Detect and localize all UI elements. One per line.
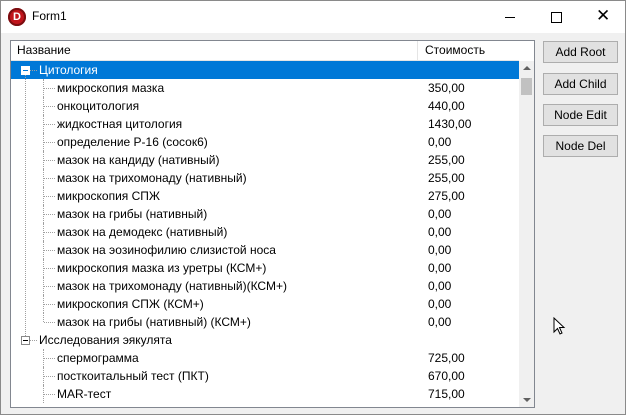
tree-group-node[interactable]: Исследования эякулята (11, 331, 519, 349)
tree-item-row[interactable]: мазок на эозинофилию слизистой носа 0,00 (11, 241, 519, 259)
close-button[interactable]: ✕ (579, 1, 625, 33)
tree-item-name: мазок на кандиду (нативный) (57, 153, 220, 167)
tree-item-row[interactable]: мазок на кандиду (нативный) 255,00 (11, 151, 519, 169)
tree-item-cost: 0,00 (428, 261, 452, 275)
tree-item-row[interactable]: микроскопия мазка 350,00 (11, 79, 519, 97)
tree-item-cost: 255,00 (428, 153, 465, 167)
tree-item-name: посткоитальный тест (ПКТ) (57, 369, 209, 383)
window-title: Form1 (32, 9, 67, 23)
tree-item-cost: 670,00 (428, 369, 465, 383)
tree-item-name: спермограмма (57, 351, 139, 365)
scroll-up-arrow-icon[interactable] (519, 61, 534, 76)
tree-item-row[interactable]: мазок на грибы (нативный) 0,00 (11, 205, 519, 223)
tree-item-name: мазок на грибы (нативный) (57, 207, 208, 221)
tree-item-name: мазок на эозинофилию слизистой носа (57, 243, 276, 257)
close-icon: ✕ (596, 6, 611, 25)
tree-item-name: определение Р-16 (сосок6) (57, 135, 208, 149)
tree-item-cost: 275,00 (428, 189, 465, 203)
tree-item-row[interactable]: MAR-тест 715,00 (11, 385, 519, 403)
node-del-button[interactable]: Node Del (543, 135, 618, 157)
tree-group-label: Цитология (39, 63, 98, 77)
column-header-cost[interactable]: Стоимость (418, 41, 519, 60)
tree-item-cost: 0,00 (428, 225, 452, 239)
tree-item-row[interactable]: посткоитальный тест (ПКТ) 670,00 (11, 367, 519, 385)
tree-item-row[interactable]: спермограмма 725,00 (11, 349, 519, 367)
tree-item-name: мазок на демодекс (нативный) (57, 225, 228, 239)
maximize-icon (551, 12, 562, 23)
add-child-button[interactable]: Add Child (543, 73, 618, 95)
minimize-icon (505, 17, 515, 18)
tree-item-name: MAR-тест (57, 387, 112, 401)
column-header-name[interactable]: Название (11, 41, 418, 60)
tree-item-row[interactable]: определение Р-16 (сосок6) 0,00 (11, 133, 519, 151)
tree-connector-line (25, 75, 26, 336)
vertical-scrollbar[interactable] (519, 61, 534, 407)
tree-group-node[interactable]: Цитология (11, 61, 519, 79)
tree-item-cost: 0,00 (428, 243, 452, 257)
tree-group-label: Исследования эякулята (39, 333, 172, 347)
tree-item-cost: 715,00 (428, 387, 465, 401)
tree-item-cost: 255,00 (428, 171, 465, 185)
tree-item-row[interactable]: онкоцитология 440,00 (11, 97, 519, 115)
tree-item-cost: 725,00 (428, 351, 465, 365)
tree-item-row[interactable]: микроскопия СПЖ 275,00 (11, 187, 519, 205)
tree-item-name: микроскопия СПЖ (КСМ+) (57, 297, 204, 311)
tree-item-name: микроскопия СПЖ (57, 189, 161, 203)
tree-header: Название Стоимость (11, 41, 519, 61)
tree-item-row[interactable]: мазок на грибы (нативный) (КСМ+) 0,00 (11, 313, 519, 331)
tree-item-row[interactable]: жидкостная цитология 1430,00 (11, 115, 519, 133)
tree-view[interactable]: Название Стоимость Цитология микроскопия … (10, 40, 535, 408)
collapse-minus-icon[interactable] (21, 66, 30, 75)
tree-item-row[interactable]: микроскопия мазка из уретры (КСМ+) 0,00 (11, 259, 519, 277)
mouse-pointer-icon (553, 317, 566, 335)
tree-item-name: жидкостная цитология (57, 117, 183, 131)
maximize-button[interactable] (533, 1, 579, 33)
tree-item-cost: 0,00 (428, 135, 452, 149)
tree-item-row[interactable]: мазок на трихомонаду (нативный)(КСМ+) 0,0… (11, 277, 519, 295)
scroll-down-arrow-icon[interactable] (519, 392, 534, 407)
collapse-minus-icon[interactable] (21, 336, 30, 345)
main-window: D Form1 ✕ Название Стоимость Цитология ми… (0, 0, 626, 415)
tree-item-row[interactable]: мазок на трихомонаду (нативный) 255,00 (11, 169, 519, 187)
tree-item-row[interactable]: микроскопия СПЖ (КСМ+) 0,00 (11, 295, 519, 313)
tree-item-name: мазок на трихомонаду (нативный) (57, 171, 247, 185)
tree-item-cost: 440,00 (428, 99, 465, 113)
tree-item-cost: 1430,00 (428, 117, 472, 131)
tree-item-name: мазок на грибы (нативный) (КСМ+) (57, 315, 251, 329)
tree-item-cost: 0,00 (428, 279, 452, 293)
title-bar[interactable]: D Form1 ✕ (1, 1, 625, 33)
minimize-button[interactable] (487, 1, 533, 33)
delphi-app-icon: D (8, 8, 26, 26)
node-edit-button[interactable]: Node Edit (543, 104, 618, 126)
tree-item-name: мазок на трихомонаду (нативный)(КСМ+) (57, 279, 287, 293)
add-root-button[interactable]: Add Root (543, 41, 618, 63)
tree-item-row[interactable]: мазок на демодекс (нативный) 0,00 (11, 223, 519, 241)
tree-item-cost: 350,00 (428, 81, 465, 95)
tree-item-cost: 0,00 (428, 297, 452, 311)
scroll-thumb[interactable] (521, 78, 532, 95)
tree-item-cost: 0,00 (428, 315, 452, 329)
tree-item-cost: 0,00 (428, 207, 452, 221)
tree-item-name: микроскопия мазка из уретры (КСМ+) (57, 261, 267, 275)
tree-item-name: онкоцитология (57, 99, 140, 113)
tree-item-name: микроскопия мазка (57, 81, 165, 95)
